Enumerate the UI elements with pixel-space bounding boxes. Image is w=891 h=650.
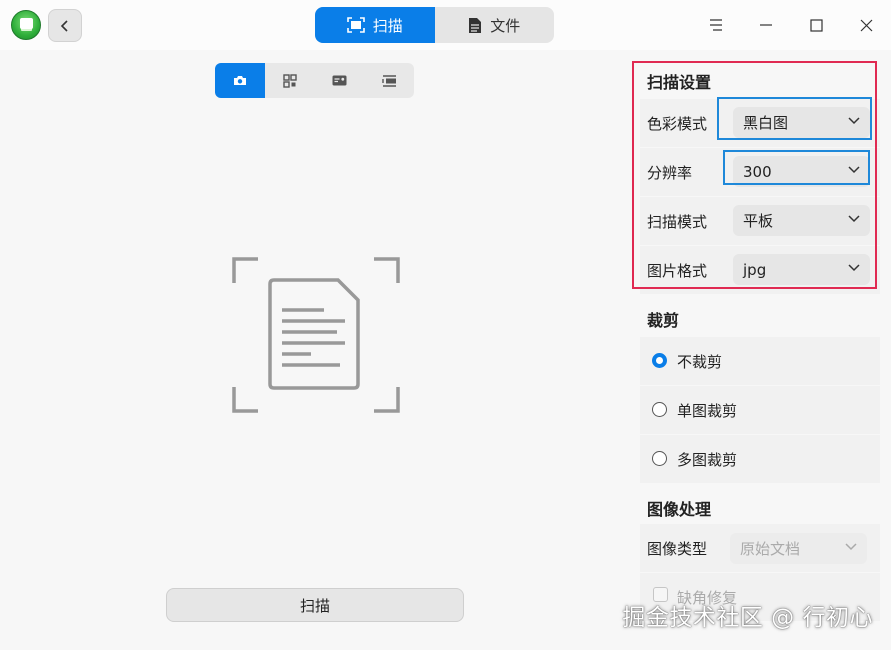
scan-button[interactable]: 扫描 bbox=[166, 588, 464, 622]
minimize-icon bbox=[760, 24, 772, 26]
mode-qr-button[interactable] bbox=[265, 63, 315, 98]
resolution-highlight bbox=[723, 150, 870, 185]
crop-option-label: 不裁剪 bbox=[677, 352, 723, 371]
tab-file[interactable]: 文件 bbox=[435, 7, 555, 43]
id-card-icon bbox=[332, 75, 347, 86]
mode-feed-button[interactable] bbox=[364, 63, 414, 98]
file-icon bbox=[469, 17, 482, 33]
image-type-row: 图像类型 原始文档 bbox=[640, 524, 880, 572]
color-mode-highlight bbox=[717, 97, 872, 140]
app-icon bbox=[11, 10, 41, 40]
document-feed-icon bbox=[381, 74, 396, 87]
title-bar: 扫描 文件 bbox=[0, 0, 891, 50]
crop-none-radio[interactable] bbox=[652, 353, 667, 368]
tab-scan-label: 扫描 bbox=[372, 16, 403, 35]
qr-scan-icon bbox=[282, 73, 297, 88]
crop-title: 裁剪 bbox=[647, 311, 680, 330]
back-button[interactable] bbox=[48, 9, 82, 42]
main-tabs: 扫描 文件 bbox=[315, 7, 554, 43]
minimize-button[interactable] bbox=[751, 10, 781, 40]
crop-multi-radio[interactable] bbox=[652, 451, 667, 466]
tab-scan[interactable]: 扫描 bbox=[315, 7, 435, 43]
crop-option-row[interactable]: 不裁剪 bbox=[640, 337, 880, 385]
scan-icon bbox=[346, 17, 365, 33]
watermark: 掘金技术社区 @ 行初心 bbox=[622, 605, 873, 631]
preview-panel: 扫描 bbox=[0, 50, 630, 650]
crop-option-label: 多图裁剪 bbox=[677, 450, 738, 469]
crop-option-row[interactable]: 单图裁剪 bbox=[640, 386, 880, 434]
mode-camera-button[interactable] bbox=[215, 63, 265, 98]
menu-icon bbox=[710, 19, 722, 31]
chevron-left-icon bbox=[60, 19, 68, 32]
chevron-down-icon bbox=[845, 543, 857, 551]
mode-id-card-button[interactable] bbox=[315, 63, 365, 98]
crop-option-label: 单图裁剪 bbox=[677, 401, 738, 420]
close-button[interactable] bbox=[851, 10, 881, 40]
tab-file-label: 文件 bbox=[490, 16, 521, 35]
document-placeholder-icon bbox=[232, 257, 400, 413]
crop-option-row[interactable]: 多图裁剪 bbox=[640, 435, 880, 483]
scan-mode-bar bbox=[215, 63, 414, 98]
image-type-select[interactable]: 原始文档 bbox=[730, 533, 867, 564]
close-icon bbox=[860, 19, 872, 31]
menu-button[interactable] bbox=[701, 10, 731, 40]
maximize-icon bbox=[809, 18, 823, 32]
image-type-value: 原始文档 bbox=[740, 540, 801, 558]
image-type-label: 图像类型 bbox=[647, 539, 708, 558]
image-processing-title: 图像处理 bbox=[647, 500, 712, 519]
camera-icon bbox=[233, 76, 246, 85]
maximize-button[interactable] bbox=[801, 10, 831, 40]
crop-single-radio[interactable] bbox=[652, 402, 667, 417]
